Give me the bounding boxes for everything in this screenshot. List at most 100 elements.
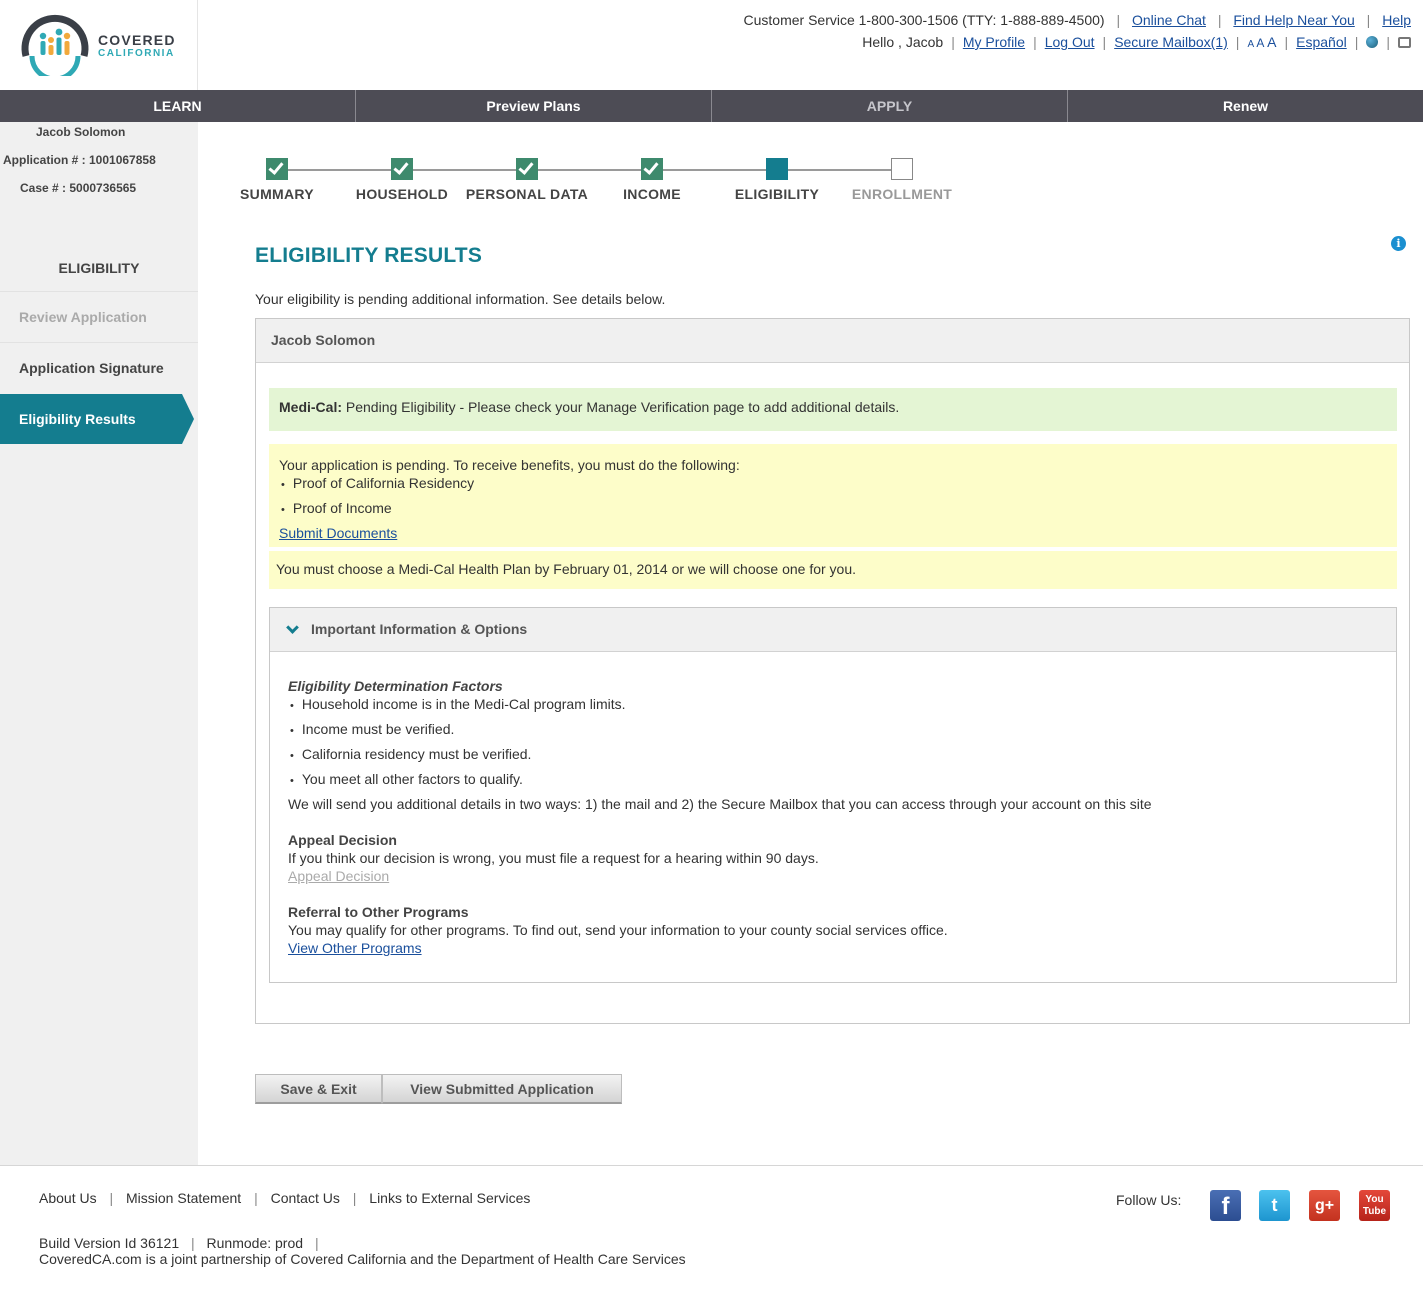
view-other-programs-link[interactable]: View Other Programs	[288, 940, 422, 956]
help-link[interactable]: Help	[1382, 12, 1411, 28]
step-label-eligibility: ELIGIBILITY	[734, 186, 820, 202]
log-out-link[interactable]: Log Out	[1045, 34, 1095, 50]
list-item: You meet all other factors to qualify.	[290, 770, 1378, 790]
divider: |	[314, 1235, 319, 1251]
appeal-decision-link[interactable]: Appeal Decision	[288, 868, 389, 884]
progress-line	[288, 169, 891, 171]
nav-preview-plans[interactable]: Preview Plans	[356, 90, 712, 122]
sidebar-item-eligibility-results[interactable]: Eligibility Results	[0, 394, 194, 444]
step-personal-data-check-icon	[516, 158, 538, 180]
pending-requirements-alert: Your application is pending. To receive …	[269, 444, 1397, 547]
view-submitted-application-button[interactable]: View Submitted Application	[382, 1074, 622, 1104]
text-size-large[interactable]: A	[1267, 34, 1276, 50]
secure-mailbox-link[interactable]: Secure Mailbox(1)	[1114, 34, 1228, 50]
step-label-income: INCOME	[623, 186, 681, 202]
divider: |	[1116, 12, 1121, 28]
divider: |	[1386, 34, 1390, 50]
partnership-text: CoveredCA.com is a joint partnership of …	[39, 1251, 686, 1267]
logo-text: COVERED CALIFORNIA	[98, 32, 176, 60]
step-income-check-icon	[641, 158, 663, 180]
nav-apply[interactable]: APPLY	[712, 90, 1068, 122]
twitter-icon[interactable]: t	[1259, 1190, 1290, 1221]
divider: |	[1366, 12, 1371, 28]
appeal-text: If you think our decision is wrong, you …	[288, 850, 819, 866]
sidebar-item-review-application[interactable]: Review Application	[0, 309, 198, 325]
divider: |	[254, 1190, 258, 1206]
footer-divider	[0, 1165, 1423, 1166]
covered-california-logo-icon	[21, 14, 89, 76]
sidebar: Jacob Solomon Application # : 1001067858…	[0, 122, 198, 1165]
divider: |	[951, 34, 955, 50]
referral-title: Referral to Other Programs	[288, 904, 469, 920]
my-profile-link[interactable]: My Profile	[963, 34, 1025, 50]
factors-title: Eligibility Determination Factors	[288, 678, 503, 694]
google-plus-icon[interactable]: g+	[1309, 1190, 1340, 1221]
text-size-small[interactable]: A	[1247, 39, 1253, 50]
utility-row-top: Customer Service 1-800-300-1506 (TTY: 1-…	[744, 12, 1412, 28]
panel-person-name: Jacob Solomon	[256, 319, 1409, 363]
divider: |	[1033, 34, 1037, 50]
sidebar-item-application-signature[interactable]: Application Signature	[0, 360, 198, 376]
globe-icon[interactable]	[1366, 36, 1379, 48]
accordion-header[interactable]: Important Information & Options	[270, 608, 1396, 652]
divider: |	[1284, 34, 1289, 50]
case-number: Case # : 5000736565	[20, 181, 137, 195]
divider: |	[109, 1190, 114, 1206]
save-exit-button[interactable]: Save & Exit	[255, 1074, 382, 1104]
nav-learn[interactable]: LEARN	[0, 90, 356, 122]
sidebar-heading: ELIGIBILITY	[58, 260, 140, 276]
find-help-link[interactable]: Find Help Near You	[1233, 12, 1354, 28]
footer-link-external-services[interactable]: Links to External Services	[369, 1190, 530, 1206]
divider: |	[1354, 34, 1359, 50]
appeal-title: Appeal Decision	[288, 832, 397, 848]
step-label-summary: SUMMARY	[240, 186, 314, 202]
applicant-name: Jacob Solomon	[36, 125, 126, 139]
follow-us-label: Follow Us:	[1116, 1192, 1182, 1208]
step-household-check-icon	[391, 158, 413, 180]
footer-link-about-us[interactable]: About Us	[39, 1190, 97, 1206]
logo-line1: COVERED	[98, 32, 176, 48]
facebook-icon[interactable]: f	[1210, 1190, 1241, 1221]
footer-links: About Us | Mission Statement | Contact U…	[39, 1190, 530, 1206]
details-text: We will send you additional details in t…	[288, 796, 1152, 812]
medical-status-text: Pending Eligibility - Please check your …	[342, 399, 900, 415]
pending-text: Your application is pending. To receive …	[279, 457, 740, 473]
online-chat-link[interactable]: Online Chat	[1132, 12, 1206, 28]
footer-link-contact-us[interactable]: Contact Us	[271, 1190, 340, 1206]
divider: |	[1217, 12, 1222, 28]
choose-plan-alert: You must choose a Medi-Cal Health Plan b…	[269, 551, 1397, 589]
pending-list: Proof of California Residency Proof of I…	[281, 474, 1387, 519]
step-summary-check-icon	[266, 158, 288, 180]
chevron-down-icon	[286, 621, 299, 634]
list-item: Proof of California Residency	[281, 474, 1387, 494]
logo[interactable]: COVERED CALIFORNIA	[0, 0, 198, 90]
list-item: Proof of Income	[281, 499, 1387, 519]
step-label-enrollment: ENROLLMENT	[851, 186, 953, 202]
footer-link-mission-statement[interactable]: Mission Statement	[126, 1190, 241, 1206]
step-eligibility-marker	[766, 158, 788, 180]
build-version: Build Version Id 36121	[39, 1235, 180, 1251]
page-title: ELIGIBILITY RESULTS	[255, 244, 483, 267]
list-item: California residency must be verified.	[290, 745, 1378, 765]
youtube-icon[interactable]: You Tube	[1359, 1190, 1390, 1221]
runmode: Runmode: prod	[206, 1235, 304, 1251]
greeting-text: Hello , Jacob	[862, 34, 944, 50]
submit-documents-link[interactable]: Submit Documents	[279, 525, 397, 541]
main-nav: LEARN Preview Plans APPLY Renew	[0, 90, 1423, 122]
list-item: Income must be verified.	[290, 720, 1378, 740]
utility-row-bottom: Hello , Jacob | My Profile | Log Out | S…	[862, 34, 1411, 50]
divider: |	[352, 1190, 357, 1206]
printer-icon[interactable]	[1398, 36, 1411, 48]
youtube-bottom-text: Tube	[1362, 1206, 1387, 1217]
step-label-household: HOUSEHOLD	[355, 186, 449, 202]
accordion-title: Important Information & Options	[311, 621, 528, 637]
divider: |	[1235, 34, 1240, 50]
text-size-medium[interactable]: A	[1256, 36, 1264, 50]
info-icon[interactable]: i	[1391, 236, 1406, 251]
accordion-body: Eligibility Determination Factors Househ…	[270, 652, 1396, 982]
espanol-link[interactable]: Español	[1296, 34, 1347, 50]
factors-list: Household income is in the Medi-Cal prog…	[290, 695, 1378, 790]
nav-renew[interactable]: Renew	[1068, 90, 1423, 122]
results-panel: Jacob Solomon Medi-Cal: Pending Eligibil…	[255, 318, 1410, 1024]
medical-status-alert: Medi-Cal: Pending Eligibility - Please c…	[269, 388, 1397, 431]
